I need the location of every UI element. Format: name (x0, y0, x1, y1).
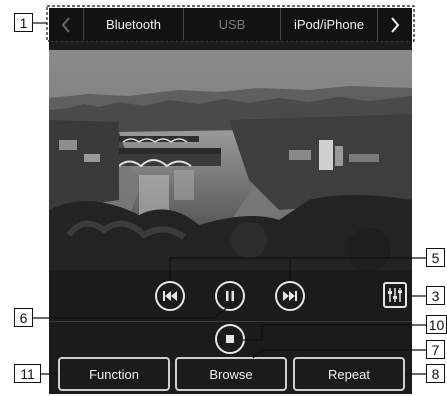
callout-11: 11 (14, 364, 41, 383)
callout-8: 8 (426, 364, 445, 383)
album-art (49, 50, 412, 270)
pause-button[interactable] (215, 281, 245, 311)
browse-button[interactable]: Browse (175, 357, 287, 391)
callout-1: 1 (14, 13, 33, 32)
callout-5: 5 (426, 248, 445, 267)
callout-6: 6 (14, 308, 33, 327)
tab-ipod-iphone[interactable]: iPod/iPhone (281, 8, 377, 41)
stop-icon (226, 335, 234, 343)
function-button[interactable]: Function (58, 357, 170, 391)
next-track-button[interactable] (275, 281, 305, 311)
callout-7: 7 (426, 340, 445, 359)
chevron-left-icon (61, 16, 70, 33)
stop-button[interactable] (215, 324, 245, 354)
controls-divider (49, 321, 412, 322)
album-art-photo (49, 50, 412, 270)
audio-screen: Bluetooth USB iPod/iPhone Function Brows… (49, 8, 412, 394)
equalizer-icon (388, 288, 402, 302)
callout-3: 3 (426, 286, 445, 305)
chevron-right-icon (391, 16, 400, 33)
tab-scroll-left-button[interactable] (49, 8, 84, 41)
skip-next-icon (283, 291, 297, 301)
sound-settings-button[interactable] (383, 282, 407, 308)
tab-bluetooth[interactable]: Bluetooth (84, 8, 184, 41)
tab-scroll-right-button[interactable] (377, 8, 412, 41)
skip-previous-icon (163, 291, 177, 301)
source-tab-bar: Bluetooth USB iPod/iPhone (49, 8, 412, 42)
tab-usb[interactable]: USB (184, 8, 281, 41)
repeat-button[interactable]: Repeat (293, 357, 405, 391)
previous-track-button[interactable] (155, 281, 185, 311)
pause-icon (226, 291, 234, 301)
callout-10: 10 (426, 315, 447, 334)
